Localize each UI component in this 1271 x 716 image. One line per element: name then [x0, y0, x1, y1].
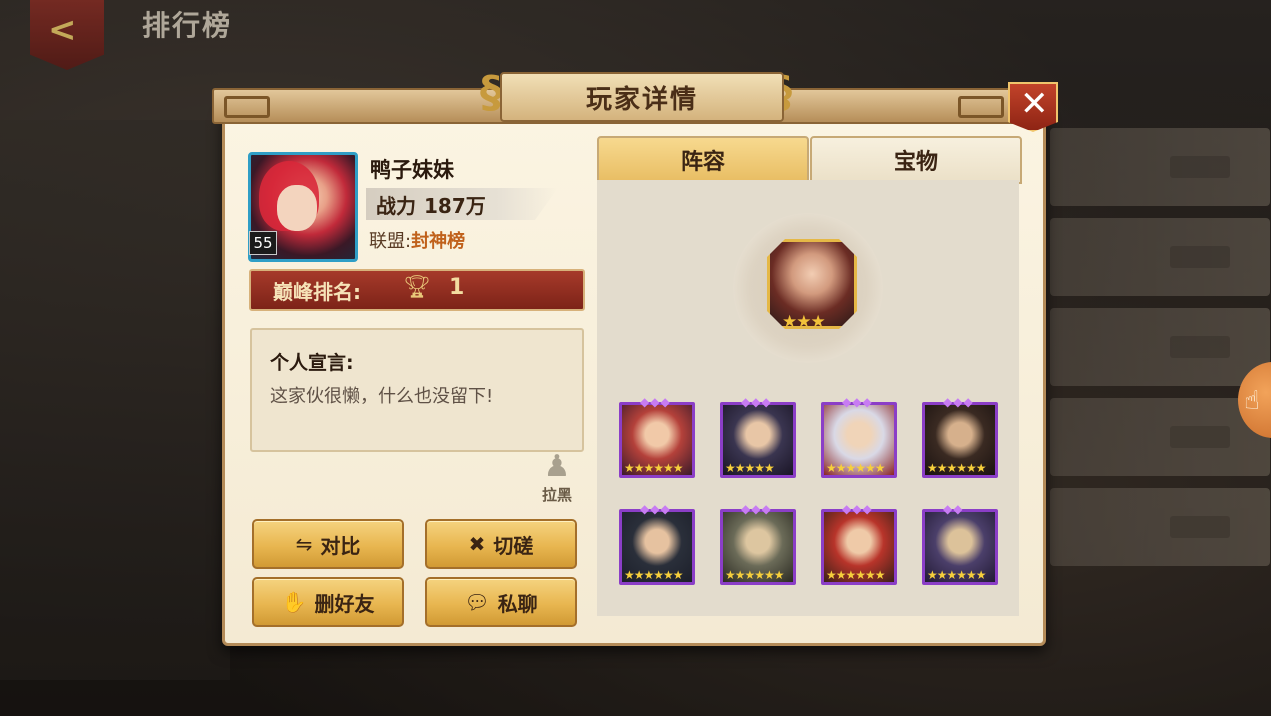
ornament-icon — [958, 96, 1004, 118]
trophy-icon: 🏆︎ — [403, 275, 431, 300]
rank-gem-icon: ◆◆◆ — [741, 502, 772, 516]
close-button[interactable]: ✕ — [1008, 82, 1058, 132]
alliance-row: 联盟:封神榜 — [369, 227, 465, 253]
player-name: 鸭子妹妹 — [370, 158, 454, 182]
alliance-label: 联盟: — [369, 231, 412, 252]
player-level-badge: 55 — [249, 231, 277, 255]
hero-stars: ★★★★★★ — [826, 568, 886, 582]
blacklist-button[interactable]: ♟ 拉黑 — [536, 450, 578, 512]
hero-stars: ★★★★★★ — [927, 568, 987, 582]
rank-value: 1 — [449, 275, 465, 300]
rank-gem-icon: ◆◆ — [943, 502, 964, 516]
dialog-title: 玩家详情 — [585, 84, 698, 115]
hero-portrait[interactable]: ◆◆ ★★★★★★ — [922, 502, 998, 585]
power-value: 187万 — [424, 194, 486, 218]
hero-portrait[interactable]: ◆◆◆ ★★★★★★ — [922, 395, 998, 478]
ornament-icon — [224, 96, 270, 118]
hero-stars: ★★★★★★ — [725, 568, 785, 582]
declaration-text: 这家伙很懒，什么也没留下! — [270, 386, 494, 407]
hero-stars: ★★★★★★ — [624, 461, 684, 475]
unfriend-button[interactable]: ✋ 删好友 — [252, 577, 404, 627]
peak-rank-bar: 巅峰排名: 🏆︎ 1 — [249, 269, 585, 311]
rank-gem-icon: ◆◆◆ — [943, 395, 974, 409]
blacklist-label: 拉黑 — [541, 486, 572, 504]
page-title: 排行榜 — [142, 9, 233, 42]
declaration-box: 个人宣言: 这家伙很懒，什么也没留下! — [250, 328, 584, 452]
compare-button[interactable]: ⇋ 对比 — [252, 519, 404, 569]
rank-label: 巅峰排名: — [273, 280, 361, 304]
hero-portrait[interactable]: ◆◆◆ ★★★★★★ — [619, 502, 695, 585]
hero-portrait[interactable]: ◆◆◆ ★★★★★ — [720, 395, 796, 478]
hero-portrait[interactable]: ◆◆◆ ★★★★★★ — [720, 502, 796, 585]
close-icon: ✕ — [1020, 84, 1049, 124]
rank-gem-icon: ◆◆◆ — [640, 502, 671, 516]
hero-stars: ★★★★★★ — [826, 461, 886, 475]
hand-icon: ☝ — [1244, 386, 1260, 416]
rank-gem-icon: ◆◆◆ — [741, 395, 772, 409]
hero-portrait[interactable]: ◆◆◆ ★★★★★★ — [821, 395, 897, 478]
rank-gem-icon: ◆◆◆ — [842, 395, 873, 409]
rank-gem-icon: ◆◆◆ — [842, 502, 873, 516]
hero-stars: ★★★★★★ — [927, 461, 987, 475]
tab-treasure[interactable]: 宝物 — [810, 136, 1022, 184]
dialog-title-plate: 玩家详情 — [500, 72, 784, 122]
blacklist-icon: ♟ — [543, 449, 571, 484]
handshake-icon: ✋ — [281, 590, 307, 614]
leader-stars: ★★★ — [782, 312, 826, 332]
hero-portrait[interactable]: ◆◆◆ ★★★★★★ — [619, 395, 695, 478]
rank-gem-icon: ◆◆◆ — [640, 395, 671, 409]
power-label: 战力 — [376, 194, 416, 218]
compare-icon: ⇋ — [295, 532, 313, 556]
declaration-title: 个人宣言: — [270, 352, 354, 374]
power-row: 战力 187万 — [376, 190, 486, 219]
hero-stars: ★★★★★ — [725, 461, 775, 475]
alliance-name[interactable]: 封神榜 — [411, 231, 465, 252]
crossed-swords-icon: ✖ — [468, 532, 486, 556]
private-chat-button[interactable]: 💬︎ 私聊 — [425, 577, 577, 627]
spar-button[interactable]: ✖ 切磋 — [425, 519, 577, 569]
chat-bubble-icon: 💬︎ — [464, 590, 490, 614]
tab-lineup[interactable]: 阵容 — [597, 136, 809, 184]
hero-stars: ★★★★★★ — [624, 568, 684, 582]
hero-portrait[interactable]: ◆◆◆ ★★★★★★ — [821, 502, 897, 585]
back-arrow-icon: < — [48, 10, 77, 50]
